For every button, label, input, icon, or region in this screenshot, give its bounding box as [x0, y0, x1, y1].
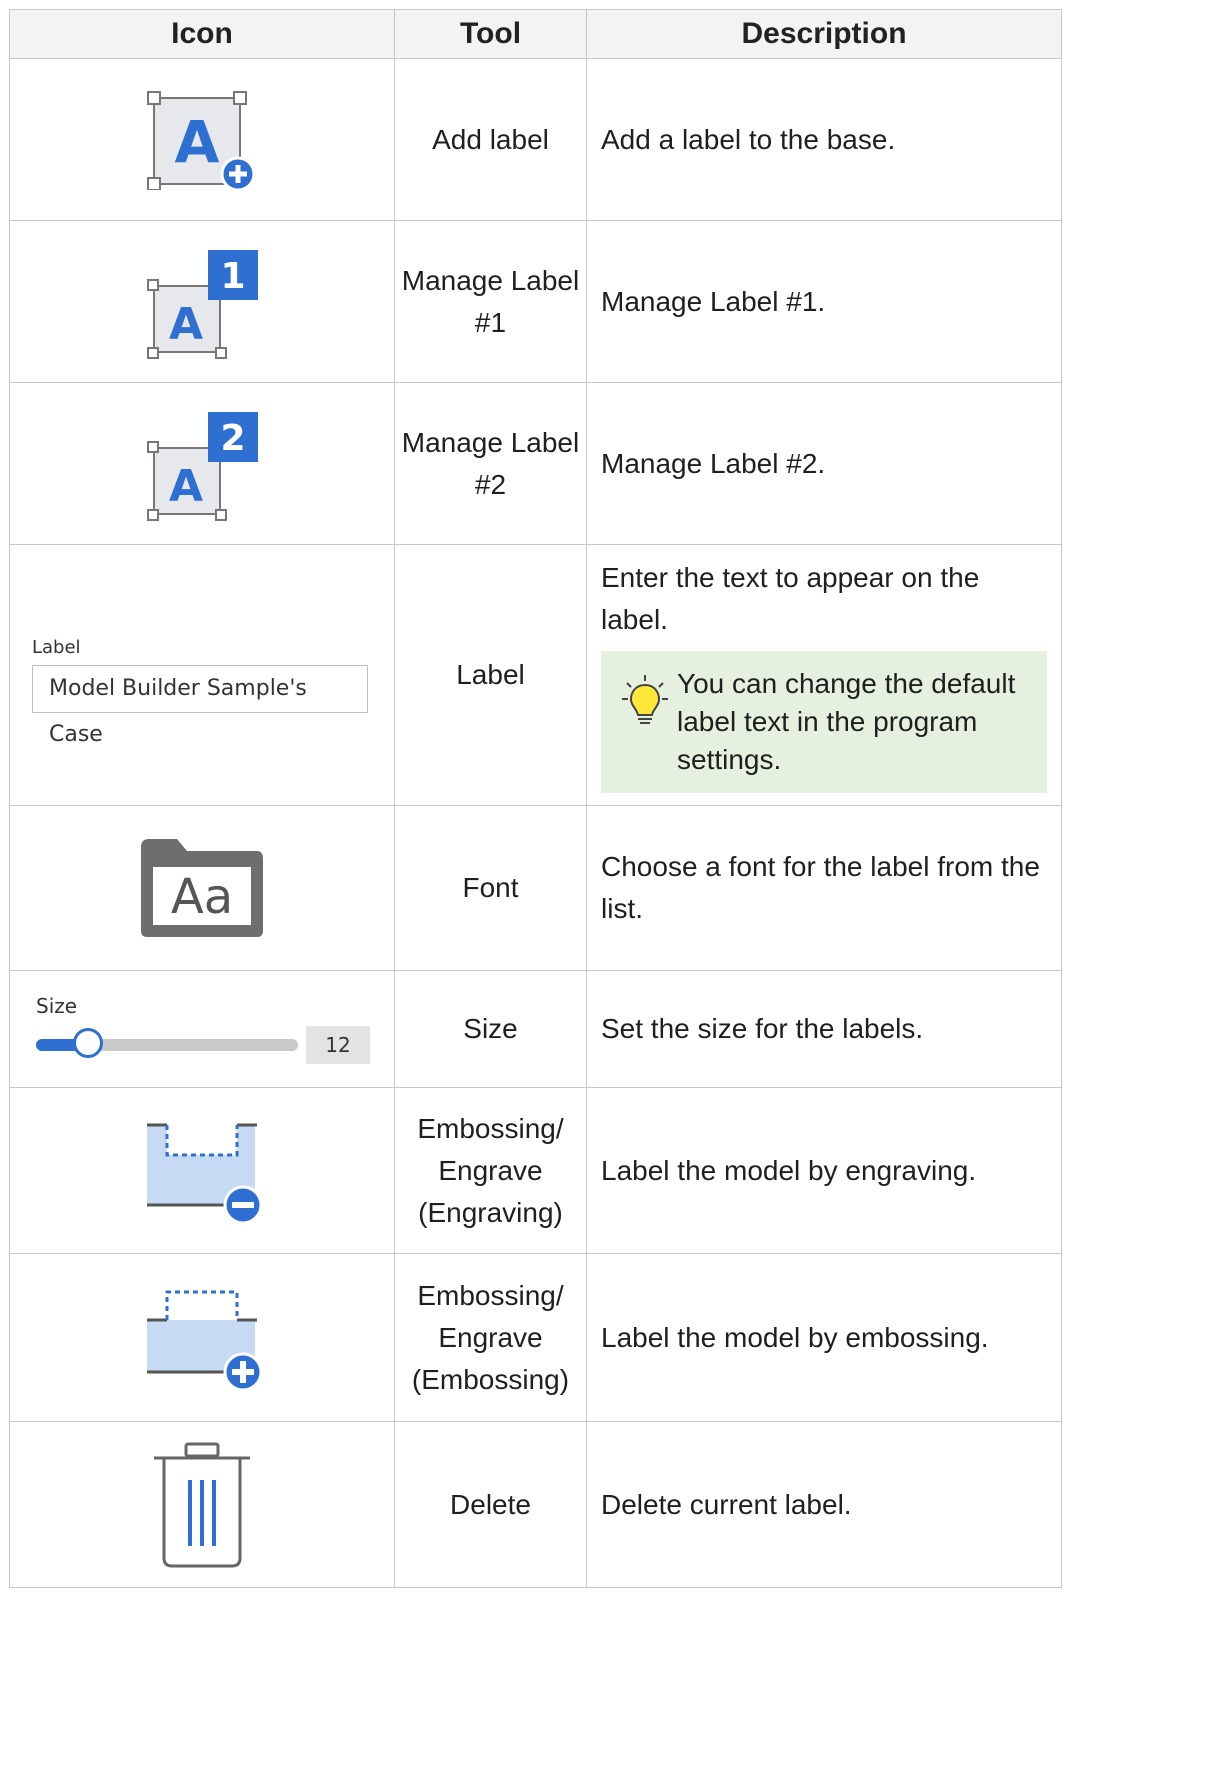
- table-row: Label Model Builder Sample's Case Label …: [9, 544, 1062, 806]
- tool-name: Font: [394, 805, 587, 971]
- icon-cell: Size 12: [9, 970, 395, 1088]
- icon-cell: Label Model Builder Sample's Case: [9, 544, 395, 806]
- tool-name: Embossing/ Engrave (Engraving): [394, 1087, 587, 1254]
- lightbulb-icon: [621, 673, 677, 741]
- label-text-input[interactable]: Model Builder Sample's Case: [32, 665, 368, 747]
- size-slider-track[interactable]: [36, 1028, 298, 1058]
- tool-description: Choose a font for the label from the lis…: [586, 805, 1062, 971]
- table-row: Embossing/ Engrave (Embossing) Label the…: [9, 1253, 1062, 1422]
- tool-name: Add label: [394, 58, 587, 221]
- svg-text:A: A: [169, 299, 203, 350]
- tool-name: Embossing/ Engrave (Embossing): [394, 1253, 587, 1422]
- table-row: A 1 Manage Label #1 Manage Label #1.: [9, 220, 1062, 383]
- tool-description-cell: Enter the text to appear on the label. Y…: [586, 544, 1062, 806]
- icon-cell: [9, 1087, 395, 1254]
- icon-cell: A 2: [9, 382, 395, 545]
- tool-description: Delete current label.: [586, 1421, 1062, 1588]
- engrave-icon: [10, 1115, 394, 1227]
- header-tool: Tool: [394, 9, 587, 59]
- icon-cell: A 1: [9, 220, 395, 383]
- font-icon: Aa: [10, 835, 394, 941]
- tip-box: You can change the default label text in…: [601, 651, 1047, 793]
- size-slider-control: Size 12: [10, 994, 394, 1064]
- svg-text:A: A: [175, 108, 220, 176]
- tool-description: Label the model by embossing.: [586, 1253, 1062, 1422]
- tool-description: Manage Label #2.: [586, 382, 1062, 545]
- table-header-row: Icon Tool Description: [9, 9, 1062, 59]
- icon-cell: [9, 1421, 395, 1588]
- emboss-icon: [10, 1282, 394, 1394]
- tool-name: Label: [394, 544, 587, 806]
- tip-text: You can change the default label text in…: [677, 668, 1016, 775]
- tool-description: Manage Label #1.: [586, 220, 1062, 383]
- tool-description: Label the model by engraving.: [586, 1087, 1062, 1254]
- tool-name: Size: [394, 970, 587, 1088]
- label-field-caption: Label: [32, 637, 81, 658]
- badge-number: 1: [220, 256, 245, 297]
- font-glyph: Aa: [171, 869, 233, 925]
- badge-number: 2: [220, 418, 245, 459]
- trash-icon: [10, 1440, 394, 1570]
- icon-cell: A: [9, 58, 395, 221]
- table-row: Embossing/ Engrave (Engraving) Label the…: [9, 1087, 1062, 1254]
- tool-name: Delete: [394, 1421, 587, 1588]
- tool-name: Manage Label #1: [394, 220, 587, 383]
- table-row: Size 12 Size Set the size for the labels…: [9, 970, 1062, 1088]
- icon-cell: [9, 1253, 395, 1422]
- size-caption: Size: [36, 994, 78, 1018]
- label-field-control: Label Model Builder Sample's Case: [10, 637, 394, 747]
- tools-table: Icon Tool Description A Add label Add a …: [9, 9, 1062, 1588]
- tool-description: Set the size for the labels.: [586, 970, 1062, 1088]
- manage-label-1-icon: A 1: [10, 244, 394, 360]
- tool-description: Enter the text to appear on the label.: [601, 562, 980, 635]
- tool-name: Manage Label #2: [394, 382, 587, 545]
- tool-description: Add a label to the base.: [586, 58, 1062, 221]
- table-row: Aa Font Choose a font for the label from…: [9, 805, 1062, 971]
- size-value-box[interactable]: 12: [306, 1026, 370, 1064]
- header-icon: Icon: [9, 9, 395, 59]
- header-description: Description: [586, 9, 1062, 59]
- table-row: A Add label Add a label to the base.: [9, 58, 1062, 221]
- table-row: A 2 Manage Label #2 Manage Label #2.: [9, 382, 1062, 545]
- table-row: Delete Delete current label.: [9, 1421, 1062, 1588]
- icon-cell: Aa: [9, 805, 395, 971]
- svg-text:A: A: [169, 461, 203, 512]
- size-slider-thumb[interactable]: [73, 1028, 103, 1058]
- manage-label-2-icon: A 2: [10, 406, 394, 522]
- add-label-icon: A: [10, 90, 394, 190]
